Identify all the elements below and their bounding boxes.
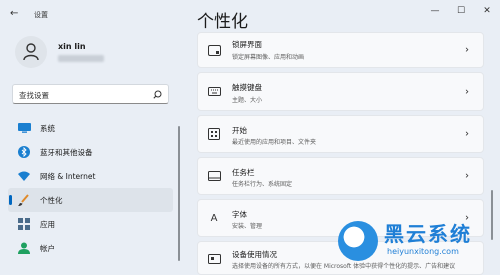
card-title: 任务栏 <box>232 168 255 177</box>
watermark-url: heiyunxitong.com <box>387 247 459 256</box>
back-arrow-icon[interactable]: ← <box>10 9 20 19</box>
site-watermark: 黑云系统 heiyunxitong.com <box>332 215 500 267</box>
card-title: 开始 <box>232 126 247 135</box>
search-input[interactable]: 查找设置 <box>12 84 169 104</box>
account-icon <box>17 241 31 255</box>
sidebar-item-label: 帐户 <box>40 243 55 253</box>
taskbar-icon <box>207 169 221 183</box>
chevron-right-icon: › <box>465 86 469 97</box>
close-button[interactable]: ✕ <box>474 0 500 22</box>
card-touch-keyboard[interactable]: 触摸键盘 主题、大小 › <box>197 72 484 111</box>
sidebar-item-accounts[interactable]: 帐户 <box>8 236 173 260</box>
window-controls: — ☐ ✕ <box>422 0 500 22</box>
card-subtitle: 最近使用的应用和项目、文件夹 <box>232 139 317 146</box>
chevron-right-icon: › <box>465 170 469 182</box>
page-title: 个性化 <box>197 12 248 32</box>
sidebar-item-label: 应用 <box>40 219 55 229</box>
search-placeholder: 查找设置 <box>19 91 49 100</box>
avatar[interactable] <box>15 36 47 68</box>
lock-screen-icon <box>207 43 221 57</box>
sidebar-item-bluetooth[interactable]: 蓝牙和其他设备 <box>8 140 173 164</box>
user-name: xin lin <box>58 42 86 51</box>
chevron-right-icon: › <box>465 44 469 56</box>
search-icon[interactable] <box>153 90 162 99</box>
title-bar: ← 设置 — ☐ ✕ <box>0 0 500 30</box>
sidebar-item-label: 个性化 <box>40 195 63 205</box>
brush-icon <box>17 193 31 207</box>
monitor-icon <box>17 121 31 135</box>
sidebar-item-label: 蓝牙和其他设备 <box>40 147 93 157</box>
card-subtitle: 任务栏行为、系统固定 <box>232 181 293 188</box>
apps-icon <box>17 217 31 231</box>
sidebar-item-label: 系统 <box>40 123 55 133</box>
device-usage-icon <box>207 252 221 266</box>
sidebar-nav: 系统 蓝牙和其他设备 网络 & Internet 个性化 应用 帐户 <box>8 116 173 260</box>
card-taskbar[interactable]: 任务栏 任务栏行为、系统固定 › <box>197 157 484 195</box>
sidebar-item-system[interactable]: 系统 <box>8 116 173 140</box>
sidebar-scrollbar[interactable] <box>178 126 180 261</box>
cloud-logo-icon <box>338 221 378 261</box>
minimize-button[interactable]: — <box>422 0 448 22</box>
sidebar-item-network[interactable]: 网络 & Internet <box>8 164 173 188</box>
card-lock-screen[interactable]: 锁屏界面 锁定屏幕图像、应用和动画 › <box>197 32 484 68</box>
card-title: 触摸键盘 <box>232 83 262 92</box>
card-title: 锁屏界面 <box>232 40 262 49</box>
person-icon <box>23 43 39 61</box>
start-icon <box>207 127 221 141</box>
keyboard-icon <box>207 85 221 99</box>
active-indicator <box>9 195 12 205</box>
card-start[interactable]: 开始 最近使用的应用和项目、文件夹 › <box>197 115 484 153</box>
sidebar-item-label: 网络 & Internet <box>40 171 96 181</box>
font-icon: A <box>210 212 218 224</box>
card-title: 设备使用情况 <box>232 250 277 259</box>
wifi-icon <box>17 169 31 183</box>
card-subtitle: 主题、大小 <box>232 97 263 104</box>
bluetooth-icon <box>17 145 31 159</box>
card-title: 字体 <box>232 210 247 219</box>
watermark-text: 黑云系统 <box>384 222 472 246</box>
card-subtitle: 锁定屏幕图像、应用和动画 <box>232 54 305 61</box>
chevron-right-icon: › <box>465 128 469 140</box>
sidebar-item-personalization[interactable]: 个性化 <box>8 188 173 212</box>
sidebar-item-apps[interactable]: 应用 <box>8 212 173 236</box>
app-title: 设置 <box>34 11 48 19</box>
maximize-button[interactable]: ☐ <box>448 0 474 22</box>
card-subtitle: 安装、管理 <box>232 223 263 230</box>
user-email-blurred <box>58 55 104 62</box>
